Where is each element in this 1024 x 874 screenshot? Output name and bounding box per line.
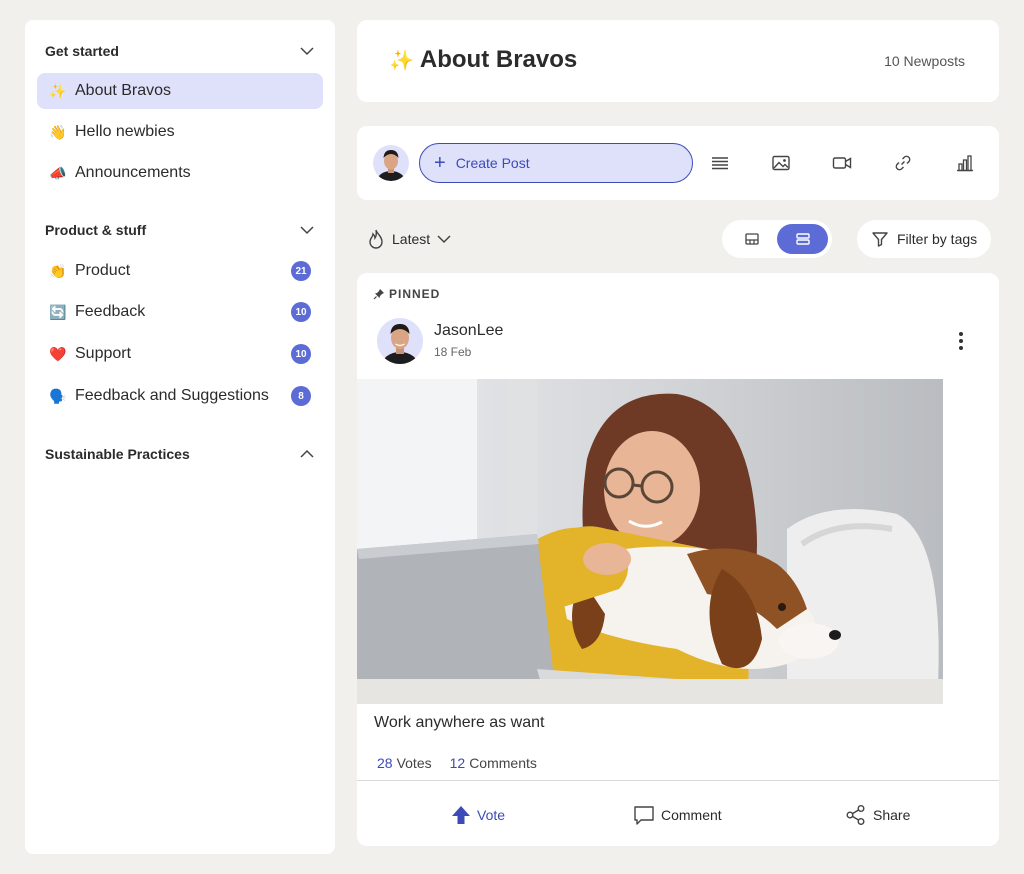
page-title: ✨ About Bravos [389, 46, 577, 74]
filter-label: Filter by tags [897, 231, 978, 247]
sidebar-item-label: Support [75, 345, 132, 362]
post-composer: + Create Post [357, 126, 999, 200]
sidebar-item-about-bravos[interactable]: ✨ About Bravos [37, 73, 323, 109]
vote-button[interactable]: Vote [451, 803, 505, 827]
sidebar-item-label: About Bravos [75, 82, 172, 99]
sparkles-icon: ✨ [49, 82, 67, 99]
speaking-head-icon: 🗣️ [49, 387, 67, 404]
view-toggle [722, 220, 832, 258]
section-title: Sustainable Practices [45, 446, 190, 462]
comments-count: 12 [449, 755, 466, 771]
plus-icon: + [434, 152, 446, 174]
post-caption: Work anywhere as want [374, 714, 545, 731]
pinned-text: PINNED [389, 287, 441, 301]
sidebar-item-label: Feedback [75, 303, 146, 320]
post-image[interactable] [357, 379, 943, 704]
create-post-button[interactable]: + Create Post [419, 143, 693, 183]
upvote-arrow-icon [452, 806, 470, 824]
count-badge: 21 [291, 261, 311, 281]
sidebar-item-label: Hello newbies [75, 123, 175, 140]
sidebar-item-label: Product [75, 262, 131, 279]
post-stats: 28 Votes 12 Comments [377, 755, 537, 771]
share-icon [846, 805, 865, 825]
comment-label: Comment [661, 807, 722, 823]
count-badge: 10 [291, 344, 311, 364]
sidebar-item-hello-newbies[interactable]: 👋 Hello newbies [37, 114, 323, 150]
share-label: Share [873, 807, 911, 823]
author-avatar[interactable] [377, 318, 423, 364]
pin-icon [373, 289, 384, 300]
image-icon[interactable] [771, 153, 791, 173]
more-options-icon[interactable] [953, 329, 969, 353]
section-product-stuff[interactable]: Product & stuff [45, 218, 315, 242]
count-badge: 8 [291, 386, 311, 406]
sidebar-item-product[interactable]: 👏 Product 21 [37, 253, 323, 289]
filter-by-tags-button[interactable]: Filter by tags [857, 220, 991, 258]
compact-view-icon [745, 233, 759, 245]
section-get-started[interactable]: Get started [45, 39, 315, 63]
filter-icon [872, 232, 888, 247]
post-author[interactable]: JasonLee [434, 322, 503, 340]
video-icon[interactable] [832, 153, 852, 173]
comments-label: Comments [469, 755, 537, 771]
chevron-down-icon[interactable] [299, 43, 315, 59]
avatar [373, 145, 409, 181]
sidebar-item-feedback-suggestions[interactable]: 🗣️ Feedback and Suggestions 8 [37, 378, 323, 414]
section-sustainable-practices[interactable]: Sustainable Practices [45, 442, 315, 466]
chevron-up-icon[interactable] [299, 446, 315, 462]
page-title-text: About Bravos [419, 46, 578, 73]
newposts-count: 10 Newposts [884, 53, 965, 69]
comment-button[interactable]: Comment [633, 803, 722, 827]
heart-icon: ❤️ [49, 345, 67, 362]
compact-view-button[interactable] [730, 224, 774, 254]
create-post-label: Create Post [455, 155, 530, 171]
sort-label: Latest [392, 231, 431, 247]
chevron-down-icon[interactable] [299, 222, 315, 238]
sidebar-item-announcements[interactable]: 📣 Announcements [37, 155, 323, 191]
votes-label: Votes [396, 755, 432, 771]
count-badge: 10 [291, 302, 311, 322]
post-card: PINNED JasonLee 18 Feb Work anywhere as … [357, 273, 999, 846]
channel-header: ✨ About Bravos 10 Newposts [357, 20, 999, 102]
sort-dropdown[interactable]: Latest [366, 226, 458, 252]
section-title: Product & stuff [45, 222, 147, 238]
comments-stat[interactable]: 12 Comments [450, 755, 537, 771]
sidebar-item-label: Announcements [75, 164, 191, 181]
post-date: 18 Feb [434, 345, 472, 359]
sparkles-icon: ✨ [389, 49, 414, 72]
votes-stat[interactable]: 28 Votes [377, 755, 432, 771]
pinned-label: PINNED [373, 287, 440, 301]
waving-hand-icon: 👋 [49, 123, 67, 140]
text-lines-icon[interactable] [710, 153, 730, 173]
megaphone-icon: 📣 [49, 164, 67, 181]
card-view-icon [795, 233, 810, 245]
section-title: Get started [45, 43, 119, 59]
refresh-icon: 🔄 [49, 303, 67, 320]
clapping-hands-icon: 👏 [49, 262, 67, 279]
vote-label: Vote [477, 807, 506, 823]
divider [357, 780, 999, 781]
poll-chart-icon[interactable] [955, 153, 975, 173]
votes-count: 28 [377, 755, 393, 771]
chevron-down-icon [437, 235, 451, 244]
flame-icon [369, 229, 383, 249]
comment-icon [634, 806, 654, 825]
card-view-button[interactable] [777, 224, 828, 254]
link-icon[interactable] [893, 153, 913, 173]
sidebar-item-label: Feedback and Suggestions [75, 387, 269, 404]
sidebar-item-support[interactable]: ❤️ Support 10 [37, 336, 323, 372]
sidebar-item-feedback[interactable]: 🔄 Feedback 10 [37, 294, 323, 330]
share-button[interactable]: Share [845, 803, 910, 827]
sidebar: Get started ✨ About Bravos 👋 Hello newbi… [25, 20, 335, 854]
